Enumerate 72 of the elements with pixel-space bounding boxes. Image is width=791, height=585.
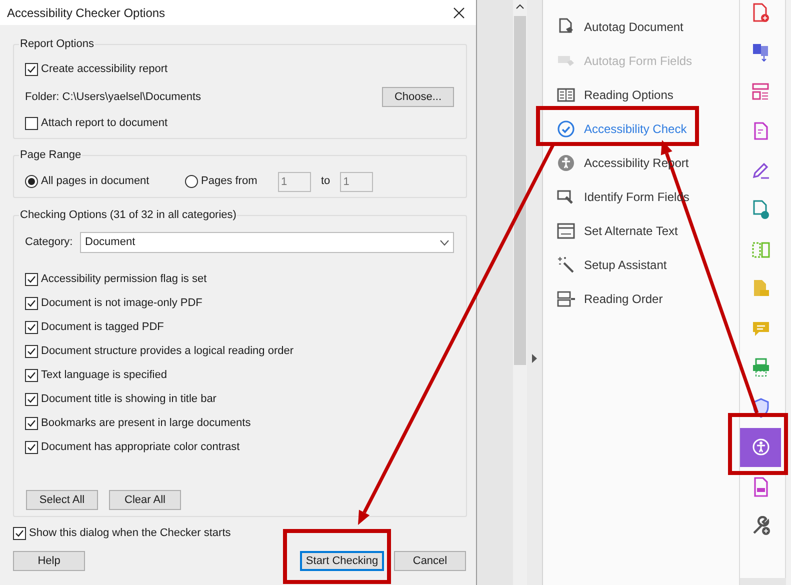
pen-icon (750, 160, 770, 181)
window-title: Accessibility Checker Options (7, 4, 166, 22)
form-cursor-icon (557, 188, 575, 206)
button[interactable]: Start Checking (300, 551, 384, 571)
radio-label: All pages in document (41, 174, 150, 190)
checkbox[interactable] (25, 62, 38, 76)
checkbox-label: Document structure provides a logical reading order (41, 344, 294, 359)
checkbox[interactable] (25, 116, 38, 130)
checkbox-label: Attach report to document (41, 116, 168, 131)
scroll-up-icon[interactable] (516, 4, 524, 9)
checkbox-label: Text language is specified (41, 368, 167, 383)
button[interactable]: Select All (26, 490, 98, 510)
group-legend: Checking Options (31 of 32 in all categories) (19, 208, 238, 222)
document-export-icon (750, 42, 770, 62)
shield-icon (750, 398, 770, 418)
checkbox[interactable] (25, 272, 38, 286)
checkbox[interactable] (25, 392, 38, 406)
document-share-icon (750, 200, 770, 220)
button[interactable]: Cancel (394, 551, 466, 571)
checkbox-label: Document is not image-only PDF (41, 296, 202, 311)
close-icon (453, 6, 465, 18)
checkbox[interactable] (25, 296, 38, 310)
category-label: Category: (25, 235, 74, 250)
tool-item[interactable]: Reading Order (557, 282, 739, 316)
tool-item[interactable]: Accessibility Check (557, 112, 739, 146)
document-tag-icon (557, 18, 575, 36)
button[interactable]: Help (13, 551, 85, 571)
two-pages-icon (750, 240, 770, 260)
tool-button[interactable] (740, 428, 781, 467)
checkbox[interactable] (25, 320, 38, 334)
folder-path: C:\Users\yaelsel\Documents (62, 90, 202, 105)
chevron-down-icon (440, 240, 449, 246)
radio-label: Pages from (201, 174, 258, 190)
document-add-icon (750, 2, 770, 23)
checkbox-label: Document is tagged PDF (41, 320, 164, 335)
radio-button[interactable] (185, 175, 198, 188)
highlight-frame (728, 413, 788, 475)
tool-item[interactable]: Reading Options (557, 78, 739, 112)
checkbox[interactable] (25, 368, 38, 382)
button[interactable]: Choose... (382, 87, 454, 107)
checkbox-label: Create accessibility report (41, 62, 168, 77)
checkbox[interactable] (25, 440, 38, 454)
image-frame-icon (557, 222, 575, 240)
folder-label: Folder: (25, 90, 60, 105)
checkbox[interactable] (13, 526, 26, 540)
scrollbar[interactable] (513, 0, 527, 585)
button[interactable]: Clear All (109, 490, 181, 510)
check-circle-icon (557, 120, 575, 138)
checkbox[interactable] (25, 344, 38, 358)
to-label: to (321, 174, 330, 190)
accessibility-icon (750, 437, 770, 458)
radio-button[interactable] (25, 175, 38, 188)
checkbox-label: Show this dialog when the Checker starts (29, 526, 231, 541)
checkbox-label: Bookmarks are present in large documents (41, 416, 251, 431)
checkbox-label: Document has appropriate color contrast (41, 440, 240, 455)
expand-arrow-icon[interactable] (532, 354, 537, 363)
checkbox[interactable] (25, 416, 38, 430)
tool-item[interactable]: Set Alternate Text (557, 214, 739, 248)
printer-icon (750, 358, 770, 378)
list-order-icon (557, 290, 575, 308)
category-dropdown[interactable]: Document (80, 232, 454, 253)
tool-item[interactable]: Setup Assistant (557, 248, 739, 282)
checkbox-label: Accessibility permission flag is set (41, 272, 207, 287)
group-legend: Page Range (19, 148, 82, 162)
layout-icon (750, 82, 770, 102)
person-icon (557, 154, 575, 172)
checkbox-label: Document title is showing in title bar (41, 392, 216, 407)
group-legend: Report Options (19, 37, 95, 51)
tool-item[interactable]: Autotag Document (557, 10, 739, 44)
magic-wand-icon (557, 256, 575, 274)
book-icon (557, 86, 575, 104)
wrench-add-icon (750, 516, 770, 536)
